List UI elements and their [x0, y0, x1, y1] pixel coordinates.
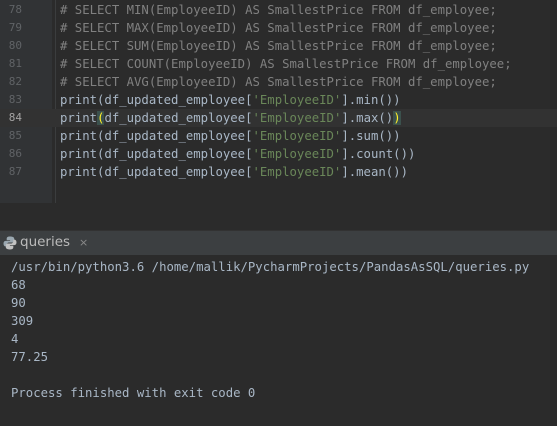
code-token: ].min()): [341, 93, 401, 107]
code-token: print: [60, 111, 98, 125]
code-string: 'EmployeeID': [252, 129, 342, 143]
code-line[interactable]: 85 print(df_updated_employee['EmployeeID'…: [0, 127, 557, 145]
code-line[interactable]: 83 print(df_updated_employee['EmployeeID'…: [0, 91, 557, 109]
code-token: df_updated_employee[: [104, 111, 253, 125]
run-tab-title[interactable]: queries: [20, 234, 70, 250]
console-line: 4: [11, 332, 19, 346]
code-editor[interactable]: 78 # SELECT MIN(EmployeeID) AS SmallestPr…: [0, 0, 557, 203]
console-line: 68: [11, 278, 26, 292]
close-tab-icon[interactable]: ×: [79, 236, 88, 249]
code-comment: # SELECT MAX(EmployeeID) AS SmallestPric…: [60, 21, 497, 35]
code-token: print(df_updated_employee[: [60, 147, 253, 161]
code-line[interactable]: 86 print(df_updated_employee['EmployeeID'…: [0, 145, 557, 163]
code-text: # SELECT MIN(EmployeeID) AS SmallestPric…: [60, 1, 497, 19]
code-string: 'EmployeeID': [252, 147, 342, 161]
line-number: 78: [8, 3, 22, 16]
line-number: 83: [8, 93, 22, 106]
code-line[interactable]: 87 print(df_updated_employee['EmployeeID'…: [0, 163, 557, 181]
code-text: print(df_updated_employee['EmployeeID'].…: [60, 163, 408, 181]
code-comment: # SELECT AVG(EmployeeID) AS SmallestPric…: [60, 75, 497, 89]
code-comment: # SELECT MIN(EmployeeID) AS SmallestPric…: [60, 3, 497, 17]
code-token: ].sum()): [341, 129, 401, 143]
code-token: print(df_updated_employee[: [60, 93, 253, 107]
code-token: ].count()): [341, 147, 416, 161]
console-line: /usr/bin/python3.6 /home/mallik/PycharmP…: [11, 260, 530, 274]
line-number: 81: [8, 57, 22, 70]
console-line: 309: [11, 314, 34, 328]
code-token: print(df_updated_employee[: [60, 129, 253, 143]
code-line[interactable]: 79 # SELECT MAX(EmployeeID) AS SmallestPr…: [0, 19, 557, 37]
code-text: # SELECT SUM(EmployeeID) AS SmallestPric…: [60, 37, 497, 55]
line-number: 82: [8, 75, 22, 88]
code-line[interactable]: 82 # SELECT AVG(EmployeeID) AS SmallestPr…: [0, 73, 557, 91]
code-text: print(df_updated_employee['EmployeeID'].…: [60, 91, 401, 109]
code-line[interactable]: 81 # SELECT COUNT(EmployeeID) AS Smallest…: [0, 55, 557, 73]
run-console-output[interactable]: /usr/bin/python3.6 /home/mallik/PycharmP…: [0, 255, 557, 426]
code-line[interactable]: 84 print(df_updated_employee['EmployeeID'…: [0, 109, 557, 127]
line-number: 87: [8, 165, 22, 178]
console-line: Process finished with exit code 0: [11, 386, 256, 400]
code-string: 'EmployeeID': [252, 165, 342, 179]
python-icon: [2, 235, 18, 251]
console-line: 77.25: [11, 350, 49, 364]
code-text: # SELECT MAX(EmployeeID) AS SmallestPric…: [60, 19, 497, 37]
run-tool-window-header: queries ×: [0, 230, 557, 255]
code-text: # SELECT COUNT(EmployeeID) AS SmallestPr…: [60, 55, 512, 73]
code-token: ].max(): [341, 111, 394, 125]
code-token: print(df_updated_employee[: [60, 165, 253, 179]
code-string: 'EmployeeID': [252, 111, 342, 125]
code-string: 'EmployeeID': [252, 93, 342, 107]
console-line: 90: [11, 296, 26, 310]
code-text: # SELECT AVG(EmployeeID) AS SmallestPric…: [60, 73, 497, 91]
code-comment: # SELECT COUNT(EmployeeID) AS SmallestPr…: [60, 57, 512, 71]
code-comment: # SELECT SUM(EmployeeID) AS SmallestPric…: [60, 39, 497, 53]
code-token: ].mean()): [341, 165, 408, 179]
line-number: 84: [8, 111, 22, 124]
code-line[interactable]: 78 # SELECT MIN(EmployeeID) AS SmallestPr…: [0, 1, 557, 19]
line-number: 79: [8, 21, 22, 34]
line-number: 86: [8, 147, 22, 160]
matched-brace: ): [393, 111, 401, 125]
code-text: print(df_updated_employee['EmployeeID'].…: [60, 145, 415, 163]
line-number: 80: [8, 39, 22, 52]
line-number: 85: [8, 129, 22, 142]
code-text: print(df_updated_employee['EmployeeID'].…: [60, 109, 401, 127]
code-text: print(df_updated_employee['EmployeeID'].…: [60, 127, 401, 145]
code-line[interactable]: 80 # SELECT SUM(EmployeeID) AS SmallestPr…: [0, 37, 557, 55]
